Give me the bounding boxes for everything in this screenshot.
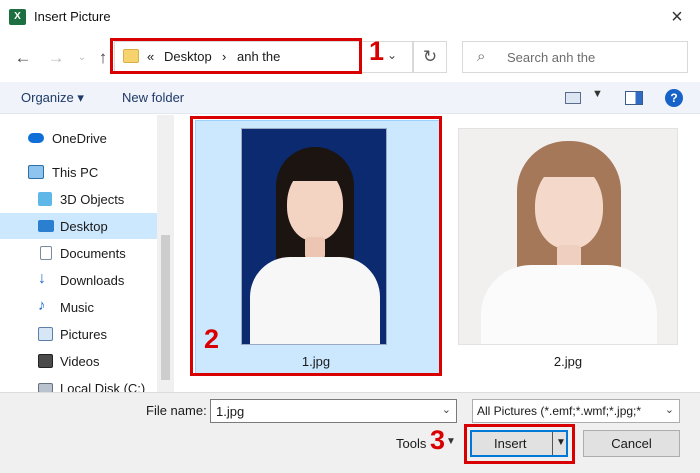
search-icon: ⌕: [477, 48, 486, 65]
file-type-select[interactable]: All Pictures (*.emf;*.wmf;*.jpg;* ⌄: [472, 399, 680, 423]
sidebar-label: 3D Objects: [60, 192, 125, 207]
sidebar-label: Downloads: [60, 273, 125, 288]
step2-highlight-box: [190, 116, 442, 376]
file-name-2: 2.jpg: [553, 354, 583, 369]
sidebar-item-desktop[interactable]: Desktop: [0, 213, 157, 239]
music-icon: ♪: [38, 297, 46, 314]
shirt-shape: [481, 265, 657, 344]
search-placeholder: Search anh the: [507, 50, 596, 65]
step1-number: 1: [369, 36, 385, 66]
sidebar-item-downloads[interactable]: ↓ Downloads: [0, 267, 157, 293]
desktop-icon: [38, 220, 54, 232]
step3-number: 3: [430, 425, 446, 455]
sidebar-label: Documents: [60, 246, 126, 261]
forward-arrow-icon[interactable]: →: [45, 47, 67, 69]
view-dropdown-icon[interactable]: ▼: [592, 88, 603, 100]
sidebar-label: Desktop: [60, 219, 108, 234]
sidebar-item-3d-objects[interactable]: 3D Objects: [0, 186, 157, 212]
cancel-button[interactable]: Cancel: [583, 430, 680, 457]
scrollbar-thumb[interactable]: [161, 235, 170, 380]
sidebar-item-documents[interactable]: Documents: [0, 240, 157, 266]
step1-highlight-box: [110, 38, 362, 74]
3d-objects-icon: [38, 192, 52, 206]
sidebar-scrollbar[interactable]: [157, 115, 174, 392]
navigation-bar: ← → ⌄ ↑ « Desktop › anh the ⌄ ↻ ⌕ Search…: [0, 34, 700, 82]
step3-highlight-box: [464, 424, 575, 464]
sidebar-item-onedrive[interactable]: OneDrive: [0, 125, 157, 151]
view-mode-icon[interactable]: [565, 92, 581, 104]
file-name-value: 1.jpg: [216, 404, 245, 419]
sidebar-item-music[interactable]: ♪ Music: [0, 294, 157, 320]
sidebar-item-local-disk[interactable]: Local Disk (C:): [0, 375, 157, 392]
preview-pane-icon[interactable]: [625, 91, 643, 105]
documents-icon: [40, 246, 52, 260]
downloads-icon: ↓: [38, 270, 46, 287]
refresh-icon[interactable]: ↻: [413, 41, 447, 73]
sidebar-label: Music: [60, 300, 94, 315]
organize-menu[interactable]: Organize ▾: [21, 90, 84, 106]
step2-number: 2: [204, 324, 220, 354]
sidebar-item-videos[interactable]: Videos: [0, 348, 157, 374]
command-toolbar: Organize ▾ New folder ▼ ?: [0, 82, 700, 114]
sidebar-label: Local Disk (C:): [60, 381, 146, 392]
back-arrow-icon[interactable]: ←: [12, 47, 34, 69]
file-name-1: 1.jpg: [301, 354, 331, 369]
close-icon[interactable]: ×: [664, 4, 690, 30]
sidebar-label: Videos: [60, 354, 100, 369]
sidebar-label: OneDrive: [52, 131, 107, 146]
file-name-dropdown-icon[interactable]: ⌄: [442, 403, 451, 416]
videos-icon: [38, 354, 53, 368]
pictures-icon: [38, 327, 53, 341]
file-name-label: File name:: [146, 403, 207, 418]
search-input[interactable]: ⌕ Search anh the: [462, 41, 688, 73]
sidebar-item-this-pc[interactable]: This PC: [0, 159, 157, 185]
sidebar-label: Pictures: [60, 327, 107, 342]
navigation-pane: OneDrive This PC 3D Objects Desktop Docu…: [0, 115, 175, 392]
sidebar-label: This PC: [52, 165, 99, 180]
onedrive-icon: [28, 133, 44, 143]
sidebar-item-pictures[interactable]: Pictures: [0, 321, 157, 347]
pc-icon: [28, 165, 44, 179]
tools-dropdown-icon[interactable]: ▼: [446, 436, 456, 447]
window-title: Insert Picture: [34, 9, 111, 24]
file-type-value: All Pictures (*.emf;*.wmf;*.jpg;*: [477, 404, 642, 418]
recent-locations-chevron-icon[interactable]: ⌄: [71, 47, 93, 69]
new-folder-button[interactable]: New folder: [122, 90, 184, 105]
bangs-shape: [531, 151, 607, 177]
file-type-dropdown-icon[interactable]: ⌄: [665, 403, 674, 416]
address-dropdown-icon[interactable]: ⌄: [387, 48, 397, 62]
excel-app-icon: X: [9, 9, 26, 25]
file-name-input[interactable]: 1.jpg ⌄: [210, 399, 457, 423]
help-icon[interactable]: ?: [665, 89, 683, 107]
title-bar: X Insert Picture ×: [0, 0, 700, 34]
disk-icon: [38, 383, 53, 392]
tools-menu[interactable]: Tools: [396, 436, 426, 451]
photo-thumbnail-2[interactable]: [458, 128, 678, 345]
